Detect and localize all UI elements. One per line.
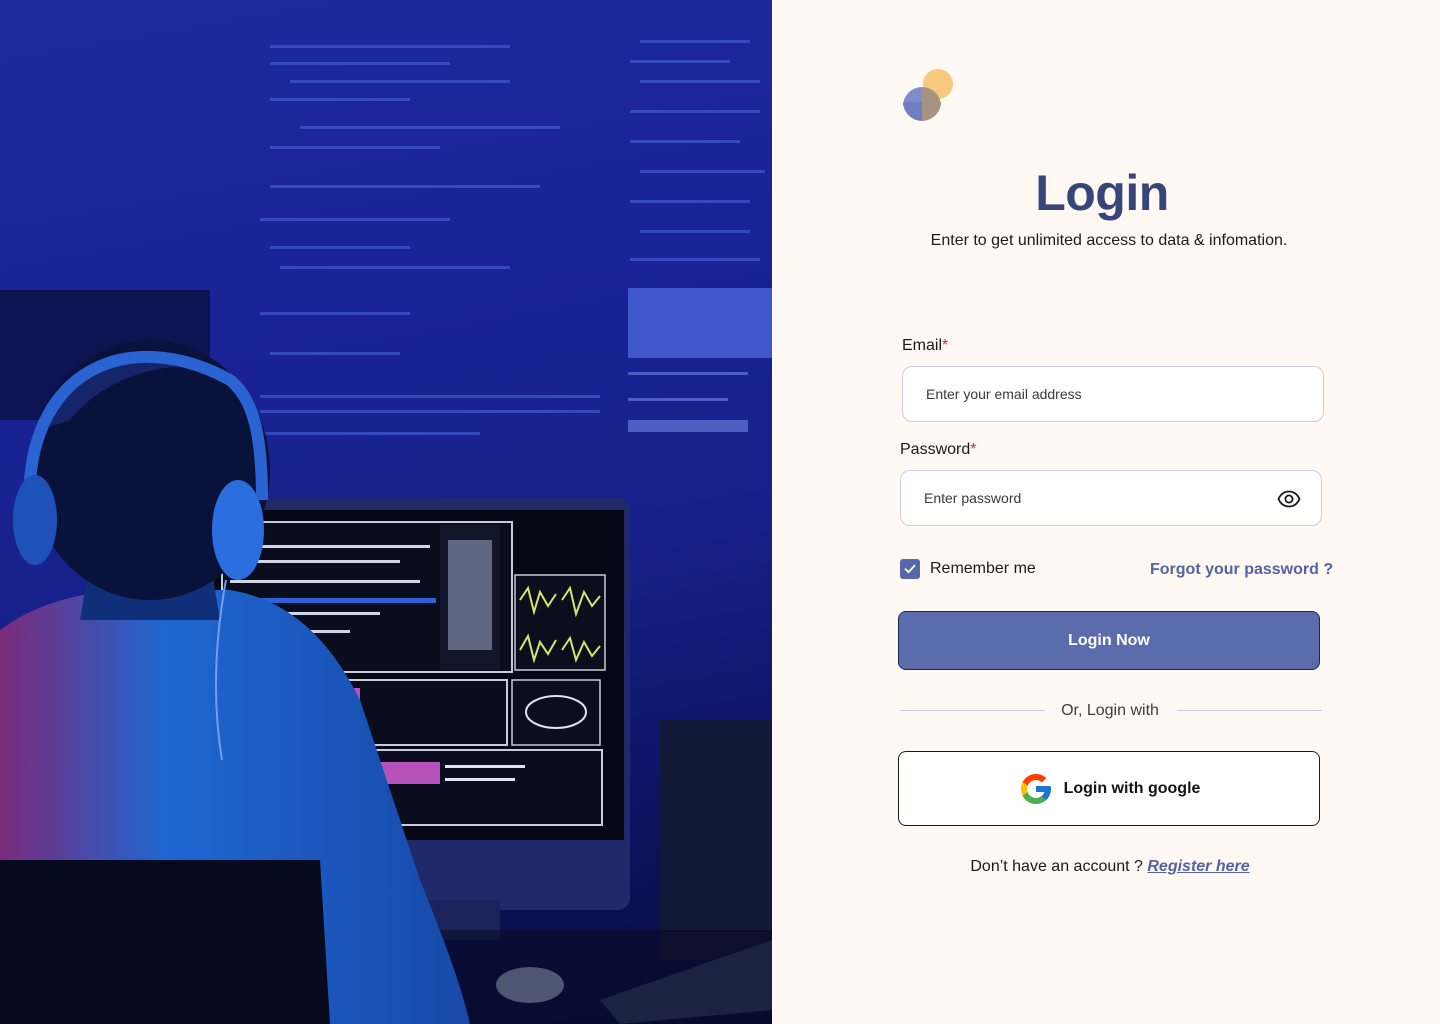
password-label: Password* <box>900 441 976 459</box>
circles-logo-icon <box>903 69 953 121</box>
checkbox-checked-icon[interactable] <box>900 559 920 579</box>
page-title: Login <box>1035 165 1169 221</box>
password-label-text: Password <box>900 441 971 458</box>
remember-me-label: Remember me <box>930 560 1036 577</box>
checkmark-icon <box>904 564 916 574</box>
required-mark: * <box>942 337 949 354</box>
login-now-button[interactable]: Login Now <box>898 611 1320 670</box>
google-button-label: Login with google <box>1063 779 1201 797</box>
divider-line-left <box>900 710 1045 711</box>
email-label: Email* <box>902 337 948 355</box>
google-icon <box>1020 773 1051 804</box>
forgot-password-link[interactable]: Forgot your password ? <box>1150 561 1333 579</box>
register-prompt-text: Don’t have an account ? <box>970 858 1143 875</box>
email-input[interactable] <box>926 367 1256 421</box>
password-input[interactable] <box>924 471 1254 525</box>
divider-text: Or, Login with <box>1061 702 1159 719</box>
divider-line-right <box>1177 710 1322 711</box>
remember-me-checkbox[interactable]: Remember me <box>900 559 1036 579</box>
eye-icon[interactable] <box>1277 487 1301 511</box>
hero-illustration <box>0 40 772 1024</box>
hero-image <box>0 0 772 1024</box>
page-subtitle: Enter to get unlimited access to data & … <box>930 232 1288 249</box>
register-here-link[interactable]: Register here <box>1147 858 1249 875</box>
email-label-text: Email <box>902 337 943 354</box>
password-field[interactable] <box>900 470 1322 526</box>
required-mark: * <box>970 441 977 458</box>
register-prompt: Don’t have an account ? Register here <box>900 858 1320 876</box>
login-with-google-button[interactable]: Login with google <box>898 751 1320 826</box>
email-field[interactable] <box>902 366 1324 422</box>
